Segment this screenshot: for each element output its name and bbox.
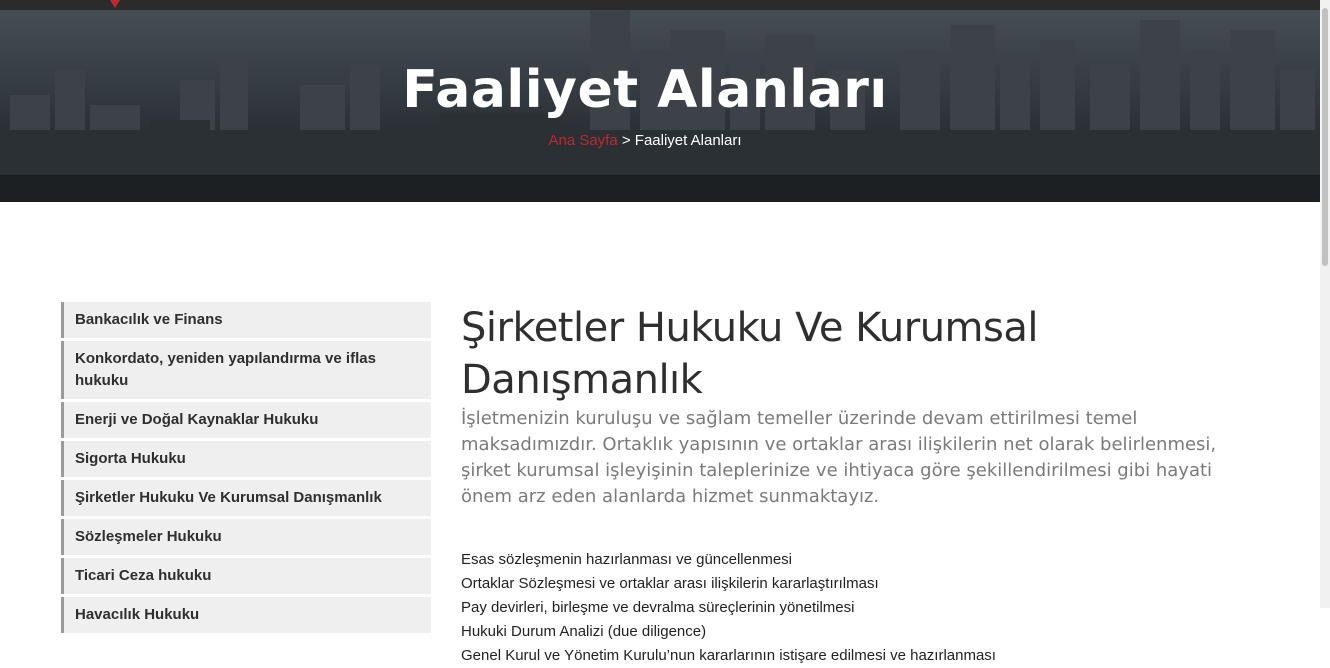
section-title: Şirketler Hukuku Ve Kurumsal Danışmanlık — [461, 305, 1038, 403]
list-item: Genel Kurul ve Yönetim Kurulu’nun kararl… — [461, 647, 996, 664]
top-navbar — [0, 0, 1320, 10]
page-scrollbar[interactable] — [1320, 0, 1330, 608]
sidebar-item-insurance[interactable]: Sigorta Hukuku — [61, 441, 431, 477]
list-item: Hukuki Durum Analizi (due diligence) — [461, 623, 707, 640]
sidebar-item-aviation[interactable]: Havacılık Hukuku — [61, 597, 431, 633]
list-item: Ortaklar Sözleşmesi ve ortaklar arası il… — [461, 575, 879, 592]
sidebar-item-commercial-criminal[interactable]: Ticari Ceza hukuku — [61, 558, 431, 594]
sidebar-item-banking-finance[interactable]: Bankacılık ve Finans — [61, 302, 431, 338]
list-item: Esas sözleşmenin hazırlanması ve güncell… — [461, 551, 792, 568]
logo-mark-icon[interactable] — [110, 0, 120, 8]
breadcrumb-current: Faaliyet Alanları — [634, 132, 742, 149]
practice-areas-sidebar: Bankacılık ve Finans Konkordato, yeniden… — [61, 302, 431, 636]
scrollbar-thumb[interactable] — [1322, 8, 1328, 266]
main-content: Şirketler Hukuku Ve Kurumsal Danışmanlık… — [461, 302, 1241, 668]
services-list: Esas sözleşmenin hazırlanması ve güncell… — [461, 548, 1241, 668]
breadcrumb-home-link[interactable]: Ana Sayfa — [548, 132, 617, 149]
page-hero-banner: Faaliyet Alanları Ana Sayfa > Faaliyet A… — [0, 10, 1320, 202]
breadcrumb: Ana Sayfa > Faaliyet Alanları — [0, 132, 1290, 149]
sidebar-item-energy[interactable]: Enerji ve Doğal Kaynaklar Hukuku — [61, 402, 431, 438]
page-title: Faaliyet Alanları — [402, 60, 888, 120]
breadcrumb-separator: > — [617, 132, 635, 149]
sidebar-item-concordat[interactable]: Konkordato, yeniden yapılandırma ve ifla… — [61, 341, 431, 399]
section-intro: İşletmenizin kuruluşu ve sağlam temeller… — [461, 408, 1217, 507]
sidebar-item-corporate-law[interactable]: Şirketler Hukuku Ve Kurumsal Danışmanlık — [61, 480, 431, 516]
list-item: Pay devirleri, birleşme ve devralma süre… — [461, 599, 855, 616]
sidebar-item-contracts[interactable]: Sözleşmeler Hukuku — [61, 519, 431, 555]
